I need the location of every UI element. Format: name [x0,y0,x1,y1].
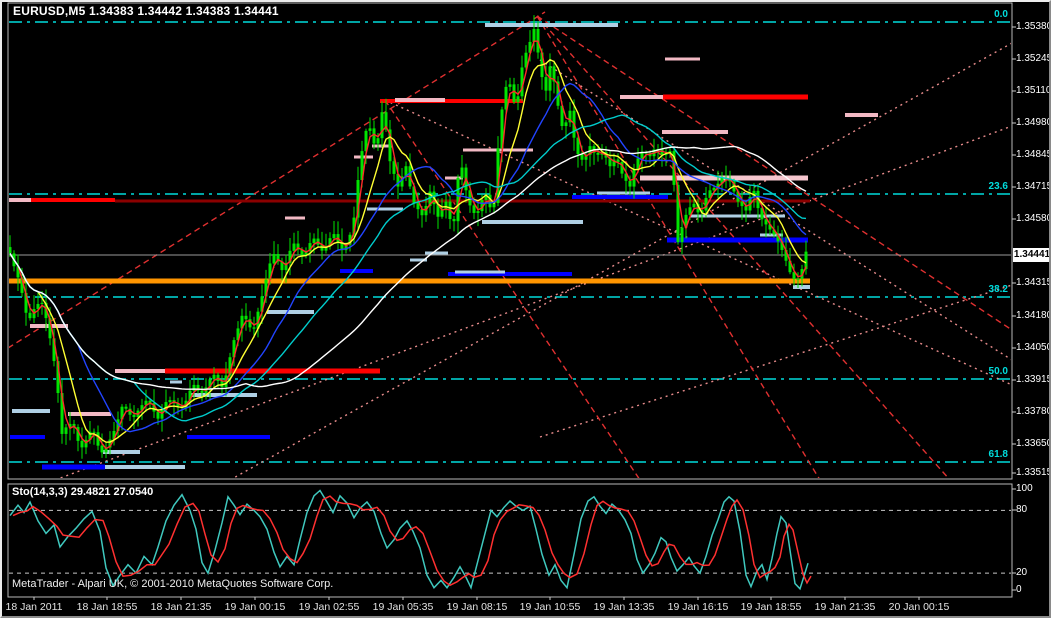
time-axis-label: 19 Jan 00:15 [225,601,286,613]
time-axis-label: 19 Jan 13:35 [594,601,655,613]
price-axis-label: 1.33780 [1016,406,1051,417]
stochastic-label: Sto(14,3,3) [12,486,68,498]
price-axis-label: 1.34315 [1016,277,1051,288]
indicator-scale-label: 100 [1016,483,1033,494]
time-axis-label: 20 Jan 00:15 [889,601,950,613]
price-axis-label: 1.35245 [1016,53,1051,64]
time-axis-label: 19 Jan 02:55 [299,601,360,613]
price-axis-label: 1.35380 [1016,21,1051,32]
time-axis-label: 18 Jan 18:55 [77,601,138,613]
price-axis-label: 1.33515 [1016,467,1051,478]
fibonacci-level-label: 23.6 [989,181,1008,192]
time-axis-label: 19 Jan 18:55 [741,601,802,613]
time-axis-label: 18 Jan 2011 [5,601,62,613]
stochastic-header: Sto(14,3,3) 29.4821 27.0540 [12,486,153,498]
main-chart-canvas[interactable] [0,0,1051,618]
time-axis-label: 18 Jan 21:35 [151,601,212,613]
price-axis-label: 1.34845 [1016,149,1051,160]
price-axis-label: 1.34050 [1016,342,1051,353]
stochastic-value-k: 29.4821 [71,486,111,498]
price-axis-label: 1.34980 [1016,117,1051,128]
price-axis-label: 1.34715 [1016,181,1051,192]
copyright-text: MetaTrader - Alpari UK, © 2001-2010 Meta… [12,578,333,590]
fibonacci-level-label: 0.0 [994,9,1008,20]
time-axis-label: 19 Jan 05:35 [373,601,434,613]
price-axis-label: 1.35110 [1016,85,1051,96]
current-price-badge: 1.34441 [1013,248,1051,262]
fibonacci-level-label: 50.0 [989,366,1008,377]
ohlc-header: EURUSD,M5 1.34383 1.34442 1.34383 1.3444… [13,4,279,18]
indicator-scale-label: 80 [1016,504,1027,515]
price-axis-label: 1.34580 [1016,213,1051,224]
indicator-scale-label: 20 [1016,567,1027,578]
indicator-scale-label: 0 [1016,584,1022,595]
price-axis-label: 1.33915 [1016,374,1051,385]
fibonacci-level-label: 61.8 [989,449,1008,460]
time-axis-label: 19 Jan 08:15 [447,601,508,613]
time-axis-label: 19 Jan 16:15 [668,601,729,613]
time-axis-label: 19 Jan 10:55 [520,601,581,613]
price-axis-label: 1.33650 [1016,438,1051,449]
fibonacci-level-label: 38.2 [989,284,1008,295]
time-axis-label: 19 Jan 21:35 [815,601,876,613]
price-axis-label: 1.34180 [1016,310,1051,321]
metatrader-chart-window: EURUSD,M5 1.34383 1.34442 1.34383 1.3444… [0,0,1051,618]
stochastic-value-d: 27.0540 [114,486,154,498]
